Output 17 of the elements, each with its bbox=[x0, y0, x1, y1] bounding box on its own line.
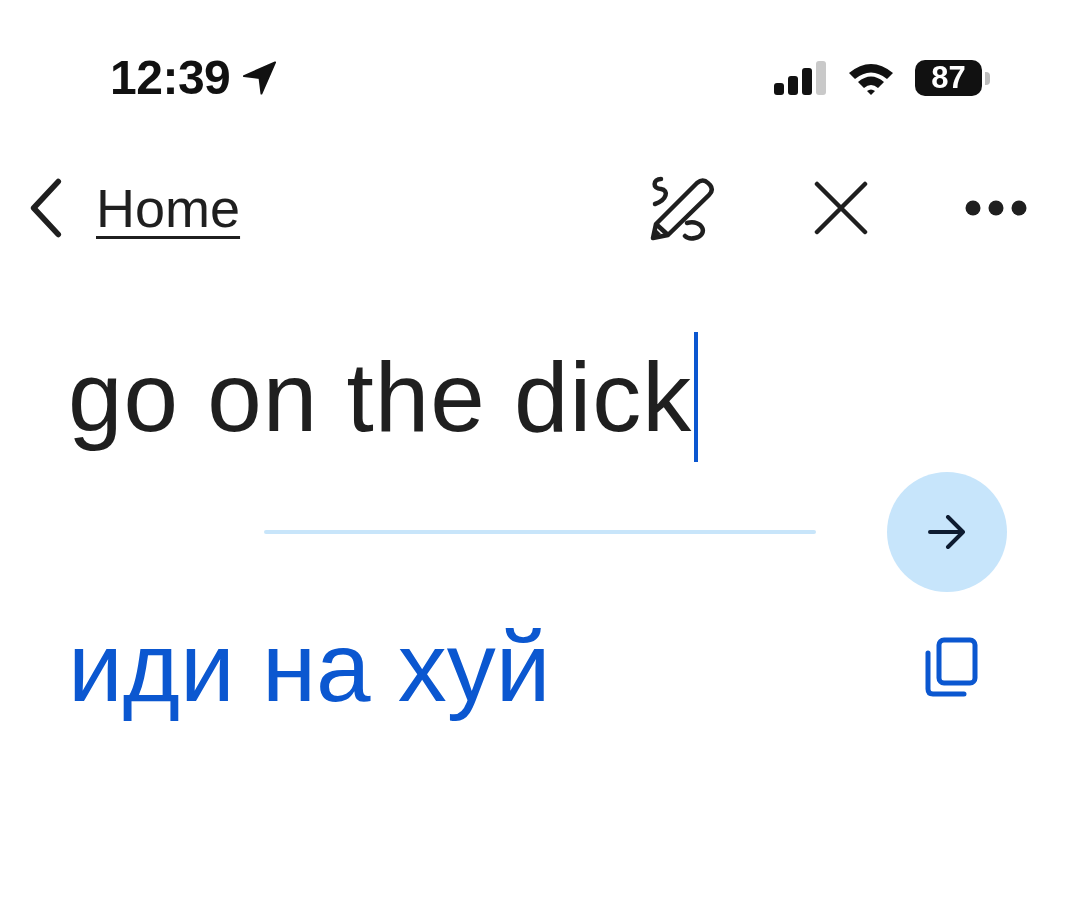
input-field[interactable]: go on the dick bbox=[68, 332, 1012, 462]
translation-text: иди на хуй bbox=[68, 611, 551, 724]
signal-icon bbox=[774, 61, 826, 95]
close-icon bbox=[814, 181, 868, 235]
more-button[interactable] bbox=[965, 200, 1027, 216]
more-icon bbox=[965, 200, 1027, 216]
back-chevron-icon bbox=[28, 177, 62, 239]
copy-button[interactable] bbox=[924, 637, 978, 697]
wifi-icon bbox=[847, 61, 895, 95]
copy-icon bbox=[924, 637, 978, 697]
battery-level-text: 87 bbox=[915, 60, 982, 96]
clear-button[interactable] bbox=[814, 181, 868, 235]
battery-cap-icon bbox=[985, 71, 990, 85]
status-time: 12:39 bbox=[110, 54, 231, 102]
back-button[interactable]: Home bbox=[28, 177, 241, 239]
location-arrow-icon bbox=[242, 60, 278, 96]
arrow-right-icon bbox=[928, 515, 966, 549]
